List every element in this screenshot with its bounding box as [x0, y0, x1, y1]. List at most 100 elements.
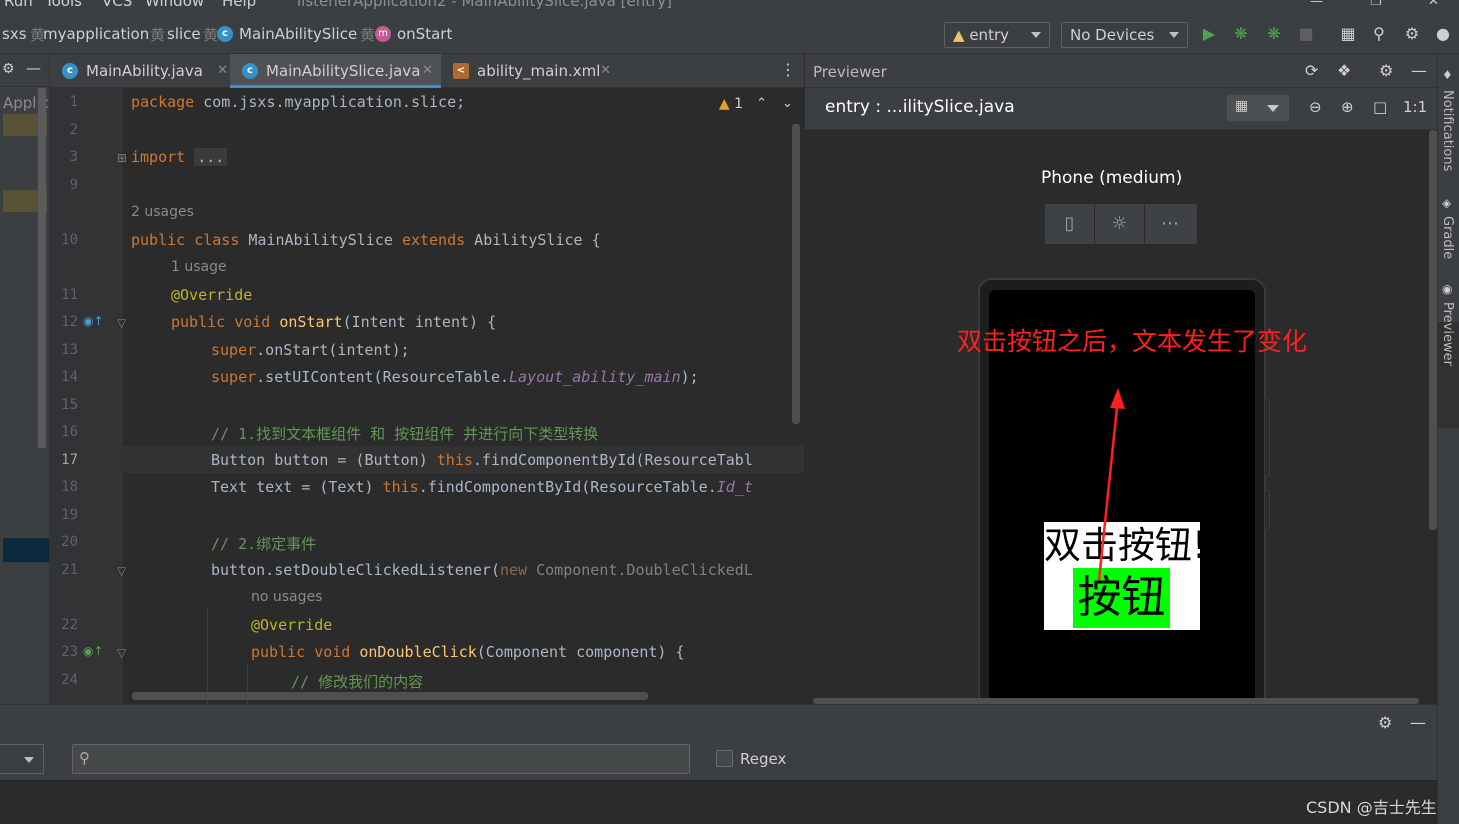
class-name: MainAbilitySlice	[239, 231, 402, 249]
elephant-icon: ◈	[1442, 196, 1452, 210]
zoom-in-icon[interactable]: ⊕	[1341, 98, 1354, 116]
method-name: onDoubleClick	[359, 643, 477, 661]
code-editor[interactable]: 1 2 3 9 10 11 12 13 14 15 16 17 18 19 20…	[50, 88, 804, 704]
code-comment: // 1.找到文本框组件 和 按钮组件 并进行向下类型转换	[211, 425, 599, 443]
code-line: public void onDoubleClick(Component comp…	[251, 643, 685, 661]
layout-mode-selector[interactable]: ▦	[1227, 95, 1289, 121]
minimize-icon[interactable]: —	[1310, 0, 1323, 9]
gear-icon[interactable]: ⚙	[1378, 713, 1392, 732]
hide-panel-icon[interactable]: —	[1411, 61, 1427, 80]
tab-mainabilityslice[interactable]: c MainAbilitySlice.java ✕	[230, 54, 441, 88]
project-panel-header: ⚙ —	[0, 54, 50, 87]
chevron-right-icon: ⻩	[150, 26, 166, 44]
folded-imports[interactable]: ...	[194, 148, 228, 166]
line-number: 10	[61, 232, 78, 248]
regex-checkbox[interactable]	[716, 750, 733, 767]
fold-icon[interactable]: ⊞	[117, 151, 127, 165]
indent-guide	[207, 608, 208, 704]
chevron-down-icon	[1031, 32, 1041, 38]
close-icon[interactable]: ✕	[600, 63, 611, 78]
more-vertical-icon[interactable]: ⋮	[780, 60, 796, 79]
line-number: 17	[61, 452, 78, 468]
previewer-canvas: Phone (medium) ▯ ☼ ⋯ 双击按钮! 按钮 双击按钮之后，文本发…	[805, 130, 1437, 710]
code-text: Button button = (Button)	[211, 451, 437, 469]
previewer-file-label: entry : ...ilitySlice.java	[825, 97, 1015, 117]
breadcrumb-item[interactable]: onStart	[397, 25, 452, 43]
device-selector[interactable]: No Devices	[1061, 22, 1188, 48]
maximize-icon[interactable]: ❐	[1370, 0, 1382, 9]
stop-icon[interactable]: ■	[1296, 24, 1316, 44]
breadcrumb-item[interactable]: slice	[167, 25, 201, 43]
actual-size-button[interactable]: 1:1	[1403, 98, 1427, 116]
editor-vertical-scrollbar[interactable]	[792, 124, 800, 424]
code-text: Text text = (Text)	[211, 478, 383, 496]
close-icon[interactable]: ✕	[217, 63, 228, 78]
code-text: AbilitySlice {	[465, 231, 601, 249]
find-panel: ⚙ — ⚲ Regex	[0, 704, 1437, 780]
scope-dropdown[interactable]	[0, 744, 44, 774]
menu-bar: Run Tools VCS Window Help listenerApplic…	[0, 0, 1459, 14]
previewer-vertical-scrollbar[interactable]	[1429, 130, 1437, 530]
tool-previewer[interactable]: Previewer	[1440, 302, 1455, 366]
menu-run[interactable]: Run	[4, 0, 33, 10]
inspection-widget[interactable]: ▲ 1	[719, 96, 743, 112]
usage-hint[interactable]: no usages	[251, 589, 322, 605]
breadcrumb-item[interactable]: MainAbilitySlice	[239, 25, 357, 43]
module-selector[interactable]: ▲ entry	[944, 22, 1050, 48]
close-icon[interactable]: ✕	[422, 63, 433, 78]
tool-gradle[interactable]: Gradle	[1440, 216, 1455, 259]
line-number: 1	[69, 94, 78, 110]
gear-icon[interactable]: ⚙	[2, 61, 15, 77]
menu-help[interactable]: Help	[222, 0, 256, 10]
watermark: CSDN @吉士先生	[1306, 798, 1437, 817]
menu-tools[interactable]: Tools	[45, 0, 82, 10]
zoom-out-icon[interactable]: ⊖	[1309, 98, 1322, 116]
pin-icon[interactable]: ❖	[1337, 61, 1351, 80]
fold-icon[interactable]: ▽	[117, 316, 126, 330]
gear-icon[interactable]: ⚙	[1379, 61, 1393, 80]
fold-icon[interactable]: ▽	[117, 646, 126, 660]
tab-mainability[interactable]: c MainAbility.java ✕	[50, 54, 230, 88]
close-window-icon[interactable]: ✕	[1428, 0, 1439, 9]
search-icon[interactable]: ⚲	[1369, 24, 1389, 44]
tab-label: MainAbility.java	[86, 62, 203, 80]
class-icon: c	[217, 26, 233, 42]
line-number: 23	[61, 644, 78, 660]
gear-icon[interactable]: ⚙	[1402, 24, 1422, 44]
usage-hint[interactable]: 1 usage	[171, 259, 227, 275]
search-input[interactable]: ⚲	[72, 744, 690, 774]
tab-ability-main-xml[interactable]: < ability_main.xml ✕	[441, 54, 613, 88]
chevron-down-icon[interactable]: ⌄	[782, 96, 793, 111]
device-manager-icon[interactable]: ▦	[1338, 24, 1358, 44]
breadcrumb-item[interactable]: sxs	[2, 25, 27, 43]
debug-icon[interactable]: ❋	[1231, 24, 1251, 44]
attach-debugger-icon[interactable]: ❋	[1264, 24, 1284, 44]
implements-marker-icon[interactable]: ◉↑	[83, 644, 104, 658]
code-text: .findComponentById(ResourceTable.	[418, 478, 717, 496]
tab-label: MainAbilitySlice.java	[266, 62, 421, 80]
chevron-up-icon[interactable]: ⌃	[756, 96, 767, 111]
editor-horizontal-scrollbar[interactable]	[132, 692, 648, 700]
xml-file-icon: <	[453, 63, 469, 79]
breadcrumb-item[interactable]: myapplication	[43, 25, 149, 43]
code-text: com.jsxs.myapplication.slice;	[194, 93, 466, 111]
scrollbar[interactable]	[38, 88, 46, 448]
tool-notifications[interactable]: Notifications	[1440, 90, 1455, 171]
fold-icon[interactable]: ▽	[117, 564, 126, 578]
selected-tree-item[interactable]	[3, 538, 49, 562]
regex-label: Regex	[740, 750, 787, 768]
run-icon[interactable]: ▶	[1199, 24, 1219, 44]
keyword: super	[211, 368, 257, 386]
code-text: Component.DoubleClickedL	[527, 561, 753, 579]
code-line: import ...	[131, 148, 228, 166]
menu-vcs[interactable]: VCS	[102, 0, 132, 10]
refresh-icon[interactable]: ⟳	[1305, 61, 1318, 80]
chevron-right-icon: ⻩	[203, 26, 219, 44]
usage-hint[interactable]: 2 usages	[131, 204, 194, 220]
fit-screen-icon[interactable]: □	[1373, 98, 1387, 116]
override-marker-icon[interactable]: ◉↑	[83, 314, 104, 328]
account-icon[interactable]: ●	[1433, 24, 1453, 44]
hide-panel-icon[interactable]: —	[26, 59, 41, 77]
hide-panel-icon[interactable]: —	[1410, 713, 1426, 732]
menu-window[interactable]: Window	[145, 0, 204, 10]
